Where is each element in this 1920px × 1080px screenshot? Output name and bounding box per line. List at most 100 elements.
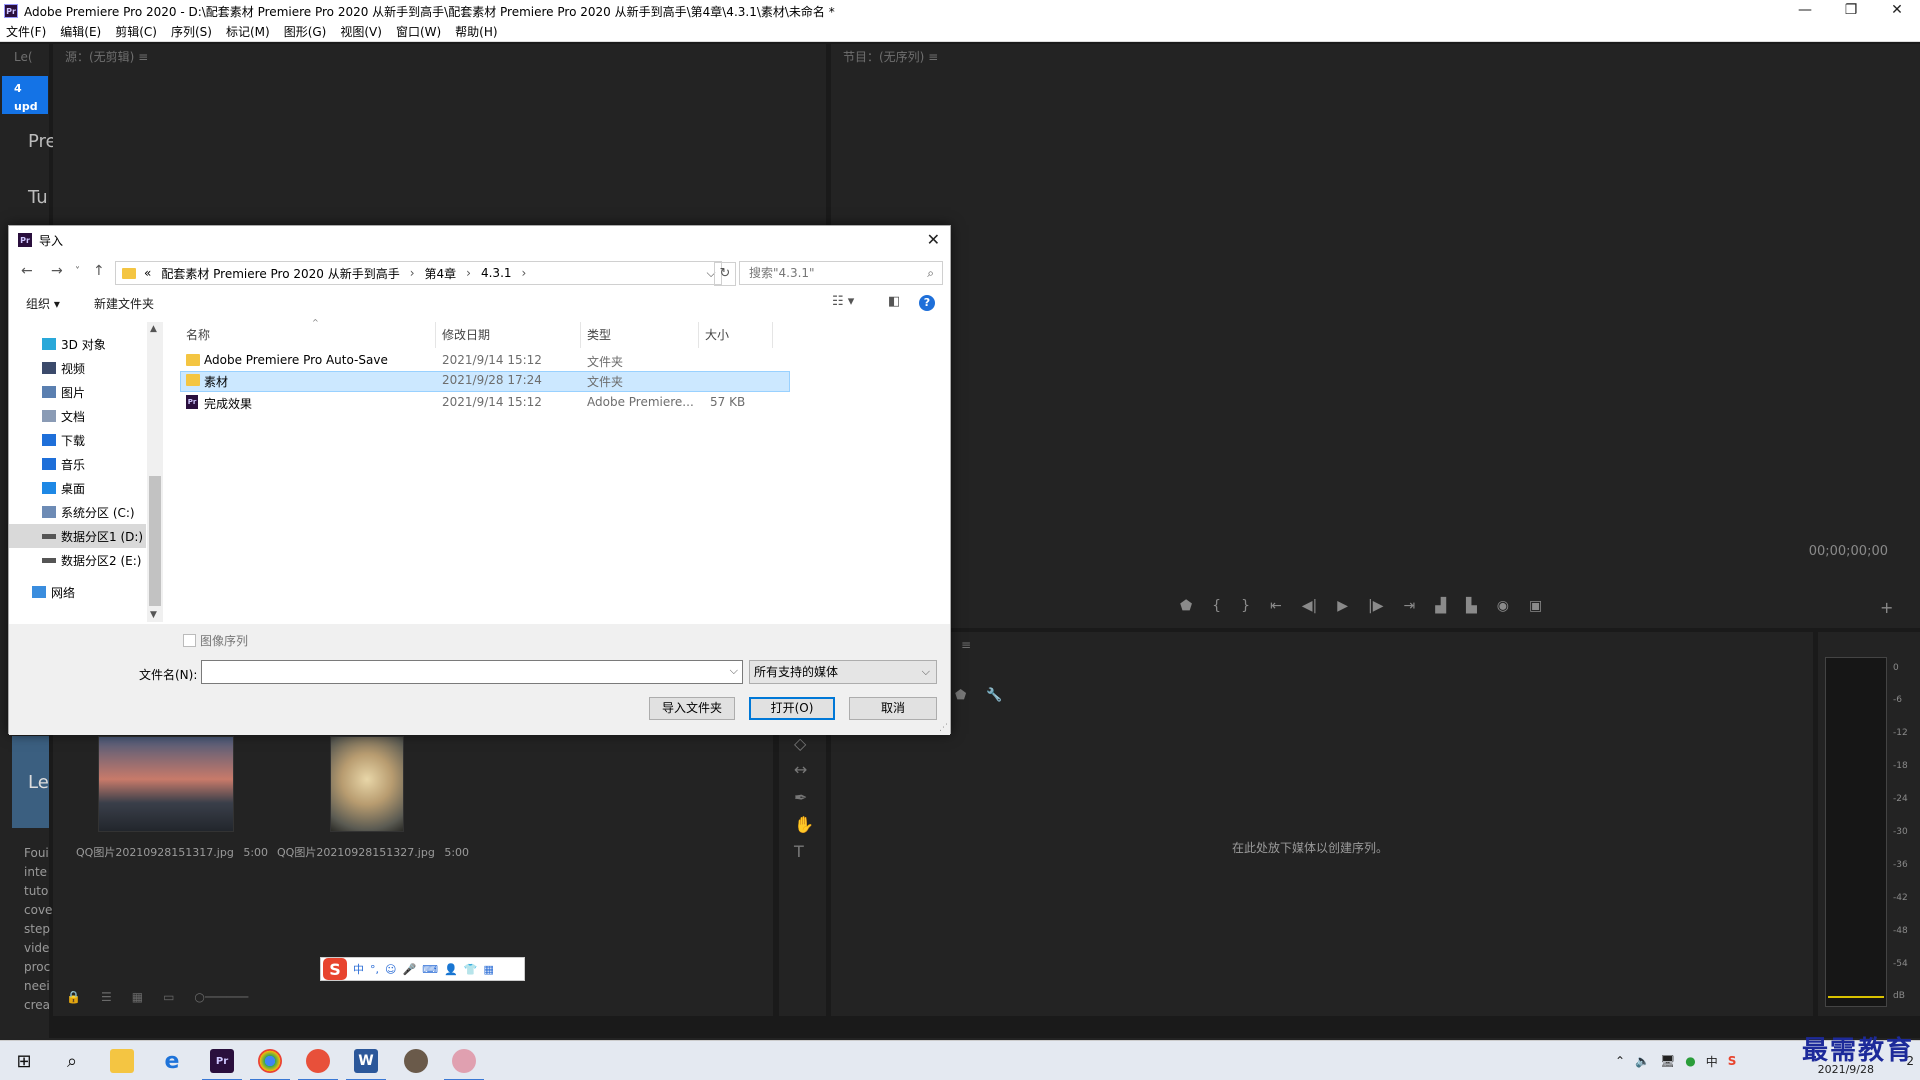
project-thumbnail-2[interactable] (330, 736, 404, 832)
breadcrumb-separator[interactable]: › (466, 266, 471, 280)
scroll-down-icon[interactable]: ▼ (150, 610, 157, 620)
nav-item-pictures[interactable]: 图片 (9, 380, 146, 404)
column-header-size[interactable]: 大小 (699, 322, 773, 348)
updates-badge[interactable]: 4 upd availa (2, 76, 48, 114)
resize-grip-icon[interactable]: ⋰ (939, 723, 948, 733)
windows-start-icon[interactable]: ⊞ (12, 1049, 36, 1073)
icon-view-icon[interactable]: ▦ (132, 990, 143, 1004)
close-window-button[interactable]: ✕ (1874, 0, 1920, 22)
image-sequence-checkbox[interactable] (183, 634, 196, 647)
nav-item-downloads[interactable]: 下载 (9, 428, 146, 452)
back-arrow-icon[interactable]: ← (21, 263, 33, 279)
ime-skin-icon[interactable]: 👕 (464, 963, 478, 976)
menu-view[interactable]: 视图(V) (340, 23, 382, 40)
lock-icon[interactable]: 🔒 (66, 990, 81, 1004)
breadcrumb-overflow[interactable]: « (144, 266, 151, 280)
import-folder-button[interactable]: 导入文件夹 (649, 697, 735, 720)
cancel-button[interactable]: 取消 (849, 697, 937, 720)
project-item-1-label[interactable]: QQ图片20210928151317.jpg 5:00 (76, 844, 268, 860)
breadcrumb-separator[interactable]: › (522, 266, 527, 280)
chevron-down-icon[interactable]: ⌵ (730, 664, 738, 678)
sogou-logo-icon[interactable]: S (323, 958, 347, 980)
nav-item-network[interactable]: 网络 (9, 580, 146, 604)
security-icon[interactable]: ● (1685, 1054, 1695, 1068)
volume-icon[interactable]: 🔈 (1635, 1054, 1650, 1068)
project-thumbnail-1[interactable] (98, 736, 234, 832)
ime-punctuation-icon[interactable]: °, (370, 963, 379, 976)
menu-clip[interactable]: 剪辑(C) (115, 23, 157, 40)
play-icon[interactable]: ▶ (1337, 598, 1348, 614)
edge-browser-icon[interactable]: e (160, 1049, 184, 1074)
lift-icon[interactable]: ▟ (1435, 598, 1446, 614)
help-icon[interactable]: ? (919, 295, 935, 311)
close-icon[interactable]: ✕ (927, 230, 940, 249)
razor-tool-icon[interactable]: ◇ (794, 734, 806, 753)
file-explorer-icon[interactable] (110, 1049, 134, 1073)
step-back-icon[interactable]: ◀| (1302, 598, 1317, 614)
breadcrumb-section[interactable]: 4.3.1 (481, 266, 512, 280)
program-timecode[interactable]: 00;00;00;00 (1809, 544, 1888, 559)
column-header-date[interactable]: 修改日期 (436, 322, 581, 348)
type-tool-icon[interactable]: T (794, 842, 804, 861)
add-button-icon[interactable]: + (1880, 598, 1893, 617)
screenshot-tool-icon[interactable] (452, 1049, 476, 1073)
ime-voice-icon[interactable]: 🎤 (402, 963, 416, 976)
column-header-type[interactable]: 类型 (581, 322, 699, 348)
wps-icon[interactable] (306, 1049, 330, 1073)
source-monitor-tab[interactable]: 源：(无剪辑) ≡ (53, 44, 148, 70)
dialog-title-bar[interactable]: Pr 导入 ✕ (9, 226, 950, 254)
forward-arrow-icon[interactable]: → (51, 263, 63, 279)
file-row[interactable]: Adobe Premiere Pro Auto-Save 2021/9/14 1… (180, 351, 792, 372)
recent-locations-icon[interactable]: ˅ (75, 266, 80, 277)
nav-item-desktop[interactable]: 桌面 (9, 476, 146, 500)
up-arrow-icon[interactable]: ↑ (93, 263, 105, 279)
nav-item-video[interactable]: 视频 (9, 356, 146, 380)
freeform-view-icon[interactable]: ▭ (163, 990, 174, 1004)
organize-button[interactable]: 组织 ▾ (26, 295, 60, 312)
scroll-up-icon[interactable]: ▲ (150, 324, 157, 334)
filetype-select[interactable]: 所有支持的媒体 ⌵ (749, 660, 937, 684)
ime-indicator[interactable]: 中 (1706, 1053, 1718, 1070)
compare-icon[interactable]: ▣ (1529, 598, 1542, 614)
learn-tab[interactable]: Le( (0, 44, 33, 70)
refresh-icon[interactable]: ↻ (714, 262, 736, 286)
ime-chinese-mode-icon[interactable]: 中 (353, 961, 364, 977)
show-hidden-icons-icon[interactable]: ⌃ (1615, 1054, 1625, 1068)
timeline-marker-icon[interactable]: ⬟ (955, 688, 966, 703)
nav-item-drive-e[interactable]: 数据分区2 (E:) (9, 548, 146, 572)
pen-tool-icon[interactable]: ✒ (794, 788, 807, 807)
export-frame-icon[interactable]: ◉ (1497, 598, 1509, 614)
breadcrumb-root[interactable]: 配套素材 Premiere Pro 2020 从新手到高手 (161, 265, 399, 282)
file-row[interactable]: Pr 完成效果 2021/9/14 15:12 Adobe Premiere..… (180, 393, 792, 414)
minimize-button[interactable]: — (1782, 0, 1828, 22)
network-status-icon[interactable]: 🖥 (1660, 1054, 1675, 1068)
marker-icon[interactable]: ⬟ (1180, 598, 1192, 614)
menu-graphics[interactable]: 图形(G) (284, 23, 327, 40)
view-options-icon[interactable]: ☷ ▾ (832, 294, 854, 309)
nav-item-music[interactable]: 音乐 (9, 452, 146, 476)
menu-window[interactable]: 窗口(W) (396, 23, 441, 40)
nav-item-drive-c[interactable]: 系统分区 (C:) (9, 500, 146, 524)
ime-emoji-icon[interactable]: ☺ (385, 963, 396, 976)
menu-file[interactable]: 文件(F) (6, 23, 46, 40)
breadcrumb-chapter[interactable]: 第4章 (425, 265, 457, 282)
list-view-icon[interactable]: ☰ (101, 990, 112, 1004)
menu-markers[interactable]: 标记(M) (226, 23, 270, 40)
menu-sequence[interactable]: 序列(S) (171, 23, 212, 40)
column-header-name[interactable]: 名称 (180, 322, 436, 348)
mark-out-icon[interactable]: } (1241, 598, 1250, 614)
nav-item-3d-objects[interactable]: 3D 对象 (9, 332, 146, 356)
word-icon[interactable]: W (354, 1049, 378, 1073)
ime-user-icon[interactable]: 👤 (444, 963, 458, 976)
image-sequence-option[interactable]: 图像序列 (183, 632, 248, 649)
search-icon[interactable]: ⌕ (60, 1049, 84, 1073)
preview-pane-icon[interactable]: ◧ (888, 294, 900, 309)
hand-tool-icon[interactable]: ✋ (794, 815, 814, 834)
nav-item-documents[interactable]: 文档 (9, 404, 146, 428)
ime-keyboard-icon[interactable]: ⌨ (422, 963, 438, 976)
mark-in-icon[interactable]: { (1212, 598, 1221, 614)
zoom-slider-icon[interactable]: ○────── (194, 990, 248, 1004)
nav-pane-scrollbar[interactable]: ▲ ▼ (147, 322, 163, 622)
address-bar[interactable]: « 配套素材 Premiere Pro 2020 从新手到高手 › 第4章 › … (115, 261, 722, 285)
ime-toolbox-icon[interactable]: ▦ (483, 963, 493, 976)
